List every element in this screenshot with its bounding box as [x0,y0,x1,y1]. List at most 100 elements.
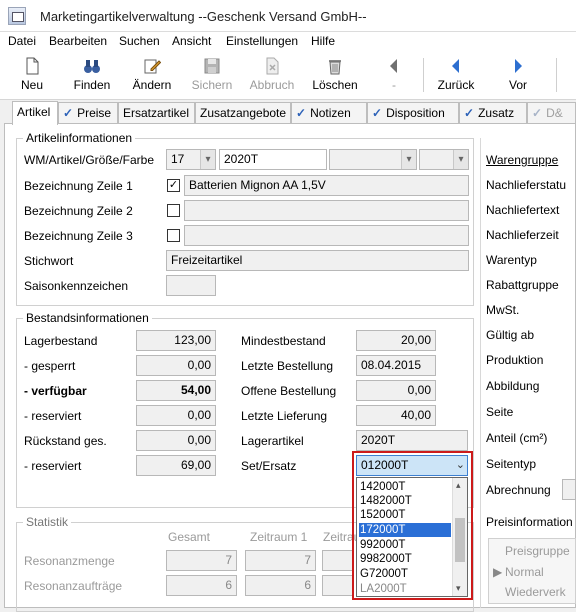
resonanzmenge-gesamt-value: 7 [225,553,232,567]
tab-preise[interactable]: ✓ Preise [58,102,118,124]
tab-d[interactable]: ✓ D& [527,102,576,124]
tab-artikel-label: Artikel [17,105,51,119]
gesamt-header: Gesamt [168,530,211,544]
app-icon [8,7,26,25]
abrechnung-field[interactable] [562,479,576,500]
tab-artikel[interactable]: Artikel [12,101,58,125]
nachlieferzeit-label: Nachlieferzeit [486,228,559,242]
gesperrt-value: 0,00 [187,358,211,372]
previous-disabled-button[interactable]: - [370,54,418,96]
back-label: Zurück [437,78,475,92]
wm-value: 17 [171,152,185,166]
arrow-left-icon [390,59,397,73]
tab-zusatz[interactable]: ✓ Zusatz [459,102,527,124]
letzte-bestellung-field: 08.04.2015 [356,355,436,376]
save-button[interactable]: Sichern [186,54,238,96]
reserviert2-label: - reserviert [24,459,82,473]
resonanzauftraege-gesamt-value: 6 [225,578,232,592]
cancel-label: Abbruch [249,78,295,92]
offene-bestellung-value: 0,00 [407,383,431,397]
menu-ansicht[interactable]: Ansicht [172,34,211,48]
reserviert-label: - reserviert [24,409,82,423]
tab-zusatzangebote[interactable]: Zusatzangebote [195,102,291,124]
tab-d-label: D& [546,106,563,120]
new-button[interactable]: Neu [6,54,58,96]
bez2-field[interactable] [184,200,469,221]
check-icon: ✓ [464,106,475,120]
seite-label: Seite [486,405,514,419]
menu-datei[interactable]: Datei [8,34,36,48]
preisgruppe-wiederverk[interactable]: Wiederverk [505,585,566,599]
cancel-button[interactable]: Abbruch [242,54,302,96]
gueltig-label: Gültig ab [486,328,535,342]
wm-combo[interactable]: 17 [166,149,216,170]
new-document-icon [26,57,39,75]
reserviert2-value: 69,00 [180,458,211,472]
preis-table: Preisgruppe ▶ Normal Wiederverk [488,538,576,604]
row-arrow-icon: ▶ [493,565,503,579]
stichwort-field[interactable]: Freizeitartikel [166,250,469,271]
offene-bestellung-label: Offene Bestellung [241,384,337,398]
verfuegbar-label: - verfügbar [24,384,87,398]
checkmark-icon: ✓ [168,179,179,191]
farbe-combo[interactable] [419,149,469,170]
menu-einstellungen[interactable]: Einstellungen [226,34,298,48]
tab-disposition[interactable]: ✓ Disposition [367,102,459,124]
tab-notizen[interactable]: ✓ Notizen [291,102,367,124]
saison-field[interactable] [166,275,216,296]
letzte-bestellung-label: Letzte Bestellung [241,359,334,373]
lagerartikel-label: Lagerartikel [241,434,304,448]
stichwort-label: Stichwort [24,254,74,268]
preisinformation-label: Preisinformation [486,515,573,529]
back-arrow-icon [452,59,459,73]
forward-button[interactable]: Vor [492,54,544,96]
bez1-value: Batterien Mignon AA 1,5V [189,178,326,192]
toolbar-separator [423,58,424,92]
delete-button[interactable]: Löschen [307,54,363,96]
bez3-field[interactable] [184,225,469,246]
nachliefertext-label: Nachliefertext [486,203,560,217]
preisgruppe-normal[interactable]: Normal [505,565,544,579]
menu-bearbeiten[interactable]: Bearbeiten [49,34,107,48]
lagerbestand-field: 123,00 [136,330,216,351]
toolbar-separator-2 [556,58,557,92]
resonanzmenge-z2 [322,550,354,571]
menu-hilfe[interactable]: Hilfe [311,34,335,48]
letzte-lieferung-field: 40,00 [356,405,436,426]
rueckstand-field: 0,00 [136,430,216,451]
edit-button[interactable]: Ändern [126,54,178,96]
mindestbestand-field: 20,00 [356,330,436,351]
zeitraum1-header: Zeitraum 1 [250,530,308,544]
binoculars-icon [84,60,100,73]
tab-ersatzartikel-label: Ersatzartikel [123,106,190,120]
mindestbestand-label: Mindestbestand [241,334,326,348]
bez3-checkbox[interactable] [167,229,180,242]
verfuegbar-field: 54,00 [136,380,216,401]
letzte-lieferung-value: 40,00 [400,408,431,422]
groesse-combo[interactable] [329,149,417,170]
find-label: Finden [73,78,111,92]
set-ersatz-label: Set/Ersatz [241,459,297,473]
lagerbestand-label: Lagerbestand [24,334,98,348]
gesperrt-label: - gesperrt [24,359,76,373]
letzte-lieferung-label: Letzte Lieferung [241,409,328,423]
abrechnung-label: Abrechnung [486,483,551,497]
back-button[interactable]: Zurück [428,54,484,96]
artikel-field[interactable]: 2020T [219,149,327,170]
tab-ersatzartikel[interactable]: Ersatzartikel [118,102,195,124]
resonanzmenge-z1-value: 7 [304,553,311,567]
menu-suchen[interactable]: Suchen [119,34,160,48]
bez2-checkbox[interactable] [167,204,180,217]
bez1-field[interactable]: Batterien Mignon AA 1,5V [184,175,469,196]
save-disk-icon [204,58,220,74]
rabattgruppe-label: Rabattgruppe [486,278,559,292]
warengruppe-label: Warengruppe [486,153,559,167]
resonanzauftraege-z1: 6 [245,575,316,596]
tab-notizen-label: Notizen [310,106,351,120]
resonanzauftraege-label: Resonanzaufträge [24,579,123,593]
reserviert-value: 0,00 [187,408,211,422]
tab-bar: Artikel ✓ Preise Ersatzartikel Zusatzange… [0,101,576,125]
resonanzauftraege-z1-value: 6 [304,578,311,592]
bez1-checkbox[interactable]: ✓ [167,179,180,192]
find-button[interactable]: Finden [66,54,118,96]
